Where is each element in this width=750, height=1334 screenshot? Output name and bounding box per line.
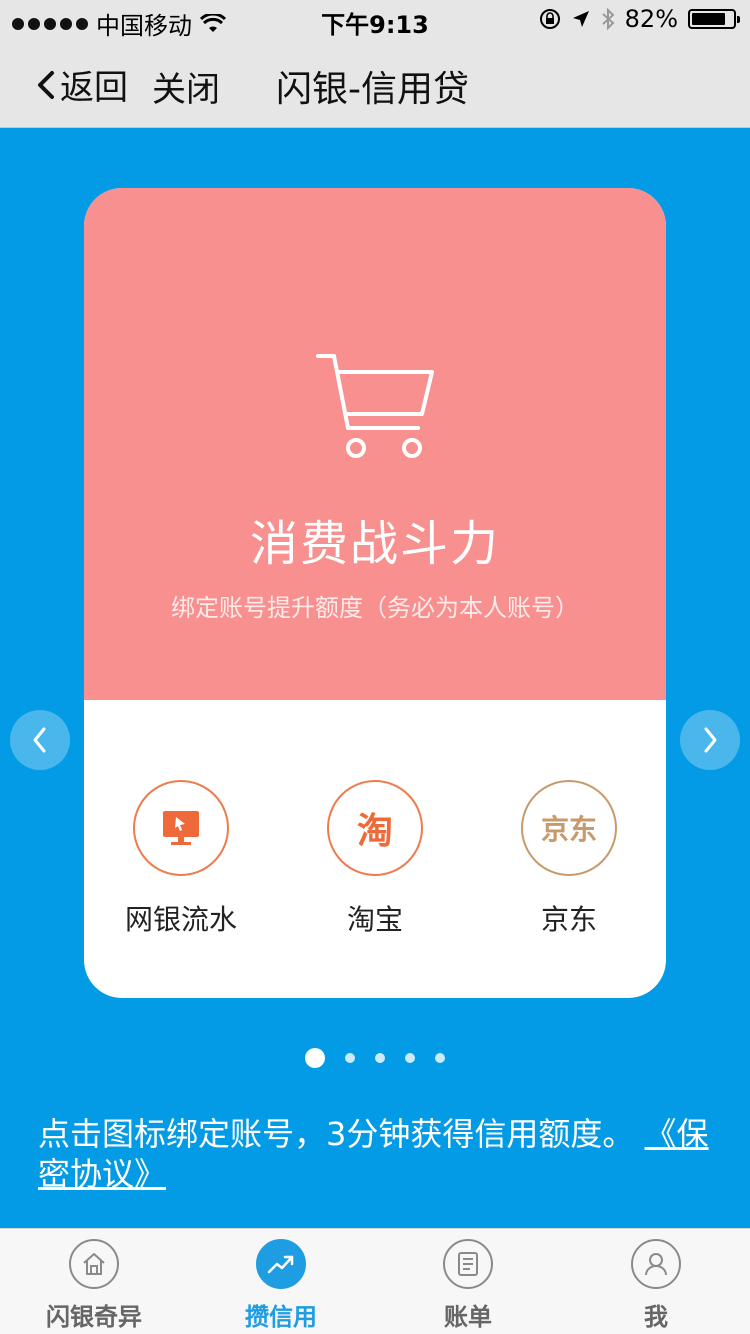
card-subtitle: 绑定账号提升额度（务必为本人账号） bbox=[171, 594, 579, 622]
option-label: 网银流水 bbox=[124, 903, 237, 936]
tab-label: 我 bbox=[644, 1303, 668, 1331]
bill-icon bbox=[443, 1239, 493, 1289]
home-icon bbox=[69, 1239, 119, 1289]
netbank-icon-circle[interactable] bbox=[133, 780, 229, 876]
tab-label: 账单 bbox=[444, 1303, 492, 1331]
option-label: 京东 bbox=[540, 903, 597, 936]
carousel-next-button[interactable] bbox=[680, 710, 740, 770]
card-title: 消费战斗力 bbox=[249, 516, 500, 572]
card-header: 消费战斗力 绑定账号提升额度（务必为本人账号） bbox=[84, 188, 666, 700]
pager-dot[interactable] bbox=[405, 1053, 415, 1063]
option-label: 淘宝 bbox=[346, 903, 403, 936]
battery-icon bbox=[688, 9, 740, 29]
close-button[interactable]: 关闭 bbox=[152, 62, 220, 111]
tab-bill[interactable]: 账单 bbox=[378, 1239, 558, 1332]
navigation-bar: 返回 关闭 闪银-信用贷 bbox=[0, 40, 750, 128]
battery-percent: 82% bbox=[624, 5, 678, 33]
bind-taobao-option[interactable]: 淘 淘宝 bbox=[310, 780, 440, 938]
carousel-prev-button[interactable] bbox=[10, 710, 70, 770]
jd-icon-circle[interactable]: 京东 bbox=[521, 780, 617, 876]
trend-up-icon bbox=[256, 1239, 306, 1289]
orientation-lock-icon bbox=[539, 9, 560, 29]
tab-label: 闪银奇异 bbox=[46, 1303, 142, 1331]
location-icon bbox=[572, 11, 589, 27]
tab-bar: 闪银奇异 攒信用 账单 我 bbox=[0, 1228, 750, 1334]
back-label: 返回 bbox=[60, 68, 128, 108]
consumption-card: 消费战斗力 绑定账号提升额度（务必为本人账号） 网银流水 淘 淘宝 京东 京东 bbox=[84, 188, 666, 998]
battery-fill bbox=[692, 13, 725, 25]
tab-home[interactable]: 闪银奇异 bbox=[4, 1239, 184, 1332]
tab-build-credit[interactable]: 攒信用 bbox=[191, 1239, 371, 1332]
carousel-pager bbox=[0, 1048, 750, 1068]
chevron-left-icon bbox=[33, 727, 46, 753]
user-icon bbox=[631, 1239, 681, 1289]
pager-dot[interactable] bbox=[345, 1053, 355, 1063]
status-bar: 中国移动 下午9:13 82% bbox=[0, 0, 750, 40]
chevron-left-icon bbox=[38, 70, 54, 99]
pager-dot[interactable] bbox=[305, 1048, 325, 1068]
bind-jd-option[interactable]: 京东 京东 bbox=[504, 780, 634, 938]
note-text: 点击图标绑定账号，3分钟获得信用额度。 bbox=[38, 1115, 635, 1153]
tab-label: 攒信用 bbox=[245, 1303, 317, 1331]
jd-logo-icon: 京东 bbox=[540, 813, 597, 846]
taobao-logo-icon: 淘 bbox=[356, 811, 393, 852]
bind-netbank-option[interactable]: 网银流水 bbox=[116, 780, 246, 938]
taobao-icon-circle[interactable]: 淘 bbox=[327, 780, 423, 876]
page-title: 闪银-信用贷 bbox=[276, 69, 469, 110]
pager-dot[interactable] bbox=[375, 1053, 385, 1063]
back-button[interactable]: 返回 bbox=[36, 60, 128, 109]
tab-me[interactable]: 我 bbox=[566, 1239, 746, 1332]
shopping-cart-icon bbox=[316, 354, 434, 458]
bluetooth-icon bbox=[601, 8, 615, 30]
pager-dot[interactable] bbox=[435, 1053, 445, 1063]
chevron-right-icon bbox=[704, 727, 717, 753]
status-right: 82% bbox=[539, 5, 740, 33]
monitor-icon bbox=[163, 811, 199, 845]
instruction-note: 点击图标绑定账号，3分钟获得信用额度。 《保密协议》 bbox=[38, 1114, 718, 1194]
